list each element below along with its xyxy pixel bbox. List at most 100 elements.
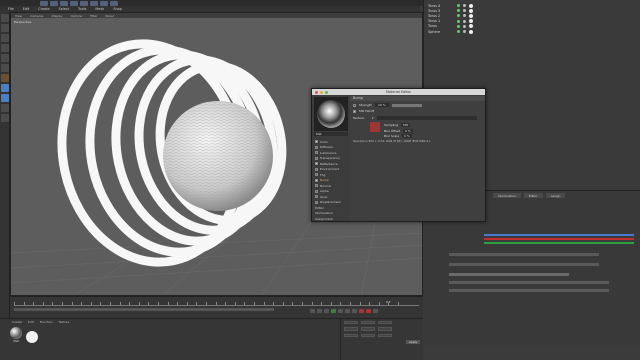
visibility-dot-icon[interactable] xyxy=(457,30,460,34)
check-icon[interactable] xyxy=(463,9,466,13)
apply-button[interactable]: Apply xyxy=(406,340,420,344)
next-key-icon[interactable] xyxy=(345,309,350,313)
visibility-dot-icon[interactable] xyxy=(457,19,460,23)
object-row[interactable]: Sphere xyxy=(424,29,640,34)
menu-snap[interactable]: Snap xyxy=(113,7,122,11)
mm-menu-create[interactable]: Create xyxy=(12,320,22,324)
material-tag-icon[interactable] xyxy=(469,24,473,29)
keyframe-selection-icon[interactable] xyxy=(373,309,378,313)
channel-checkbox[interactable] xyxy=(315,151,318,155)
go-start-icon[interactable] xyxy=(310,309,315,313)
material-editor-titlebar[interactable]: Material Editor xyxy=(312,89,485,95)
material-tag-icon[interactable] xyxy=(469,19,473,24)
autokey-icon[interactable] xyxy=(366,309,371,313)
channel-checkbox[interactable] xyxy=(315,195,318,199)
strength-anim-icon[interactable] xyxy=(353,103,356,107)
material-ball-icon[interactable] xyxy=(26,331,38,343)
material-tag-icon[interactable] xyxy=(469,8,473,13)
attr-slider[interactable] xyxy=(449,253,599,256)
channel-item[interactable]: Assignment xyxy=(312,216,348,222)
channel-checkbox[interactable] xyxy=(315,145,318,149)
object-name[interactable]: Torus 3 xyxy=(428,9,454,13)
menu-mesh[interactable]: Mesh xyxy=(95,7,104,11)
channel-checkbox[interactable] xyxy=(315,140,318,144)
go-end-icon[interactable] xyxy=(352,309,357,313)
check-icon[interactable] xyxy=(463,30,466,34)
coord-field[interactable] xyxy=(361,320,375,324)
model-mode-icon[interactable] xyxy=(1,24,9,32)
coord-field[interactable] xyxy=(344,320,358,324)
menu-tools[interactable]: Tools xyxy=(78,7,86,11)
object-name[interactable]: Torus xyxy=(428,24,454,28)
visibility-dot-icon[interactable] xyxy=(457,24,460,28)
object-name[interactable]: Torus 1 xyxy=(428,19,454,23)
move-tool-icon[interactable] xyxy=(60,0,68,6)
x-axis-icon[interactable] xyxy=(90,0,98,6)
channel-checkbox[interactable] xyxy=(315,178,318,182)
check-icon[interactable] xyxy=(463,24,466,28)
make-editable-icon[interactable] xyxy=(1,14,9,22)
attr-slider[interactable] xyxy=(449,263,599,266)
channel-checkbox[interactable] xyxy=(315,189,318,193)
channel-checkbox[interactable] xyxy=(315,156,318,160)
blur-scale-input[interactable]: 0 % xyxy=(402,134,412,138)
texture-thumbnail[interactable] xyxy=(370,122,380,132)
attr-slider[interactable] xyxy=(449,281,609,284)
menu-file[interactable]: File xyxy=(8,7,14,11)
blur-offset-input[interactable]: 0 % xyxy=(403,128,413,133)
texture-path-field[interactable] xyxy=(376,116,477,120)
prev-key-icon[interactable] xyxy=(317,309,322,313)
material-tag-icon[interactable] xyxy=(469,29,473,34)
check-icon[interactable] xyxy=(463,14,466,18)
attr-slider[interactable] xyxy=(449,289,609,292)
texture-mode-icon[interactable] xyxy=(1,34,9,42)
visibility-dot-icon[interactable] xyxy=(457,4,460,8)
coord-field[interactable] xyxy=(378,333,392,337)
time-slider[interactable] xyxy=(14,308,274,311)
workplane-icon[interactable] xyxy=(1,44,9,52)
channel-checkbox[interactable] xyxy=(315,200,318,204)
coord-field[interactable] xyxy=(378,320,392,324)
material-swatch[interactable]: Mat xyxy=(10,327,22,343)
polygons-mode-icon[interactable] xyxy=(1,74,9,82)
channel-checkbox[interactable] xyxy=(315,162,318,166)
close-icon[interactable] xyxy=(315,90,318,94)
next-frame-icon[interactable] xyxy=(338,309,343,313)
attr-slider[interactable] xyxy=(449,273,569,276)
edges-mode-icon[interactable] xyxy=(1,64,9,72)
coord-field[interactable] xyxy=(344,327,358,331)
tab-assign[interactable]: Assign xyxy=(545,193,566,198)
mm-menu-function[interactable]: Function xyxy=(40,320,53,324)
material-tag-icon[interactable] xyxy=(469,13,473,18)
minimize-icon[interactable] xyxy=(320,90,323,94)
mm-menu-texture[interactable]: Texture xyxy=(59,320,70,324)
check-icon[interactable] xyxy=(463,19,466,23)
strength-slider[interactable] xyxy=(391,103,422,107)
menu-create[interactable]: Create xyxy=(38,7,49,11)
timeline[interactable]: 0 F xyxy=(10,296,423,318)
channel-checkbox[interactable] xyxy=(315,173,318,177)
points-mode-icon[interactable] xyxy=(1,54,9,62)
object-name[interactable]: Torus 2 xyxy=(428,14,454,18)
coord-field[interactable] xyxy=(361,327,375,331)
check-icon[interactable] xyxy=(463,4,466,8)
visibility-dot-icon[interactable] xyxy=(457,9,460,13)
channel-checkbox[interactable] xyxy=(315,167,318,171)
coord-field[interactable] xyxy=(361,333,375,337)
maximize-icon[interactable] xyxy=(325,90,328,94)
texture-arrow-icon[interactable]: ▾ xyxy=(372,116,374,120)
coord-field[interactable] xyxy=(378,327,392,331)
scale-tool-icon[interactable] xyxy=(70,0,78,6)
snap-icon[interactable] xyxy=(1,104,9,112)
channel-checkbox[interactable] xyxy=(315,184,318,188)
mm-menu-edit[interactable]: Edit xyxy=(28,320,34,324)
sampling-select[interactable]: MIP xyxy=(401,123,411,127)
coord-field[interactable] xyxy=(344,333,358,337)
record-icon[interactable] xyxy=(359,309,364,313)
object-name[interactable]: Torus 4 xyxy=(428,4,454,8)
menu-select[interactable]: Select xyxy=(59,7,69,11)
redo-icon[interactable] xyxy=(50,0,58,6)
material-name-field[interactable]: Mat xyxy=(314,132,348,136)
menu-edit[interactable]: Edit xyxy=(23,7,30,11)
material-tag-icon[interactable] xyxy=(469,3,473,8)
